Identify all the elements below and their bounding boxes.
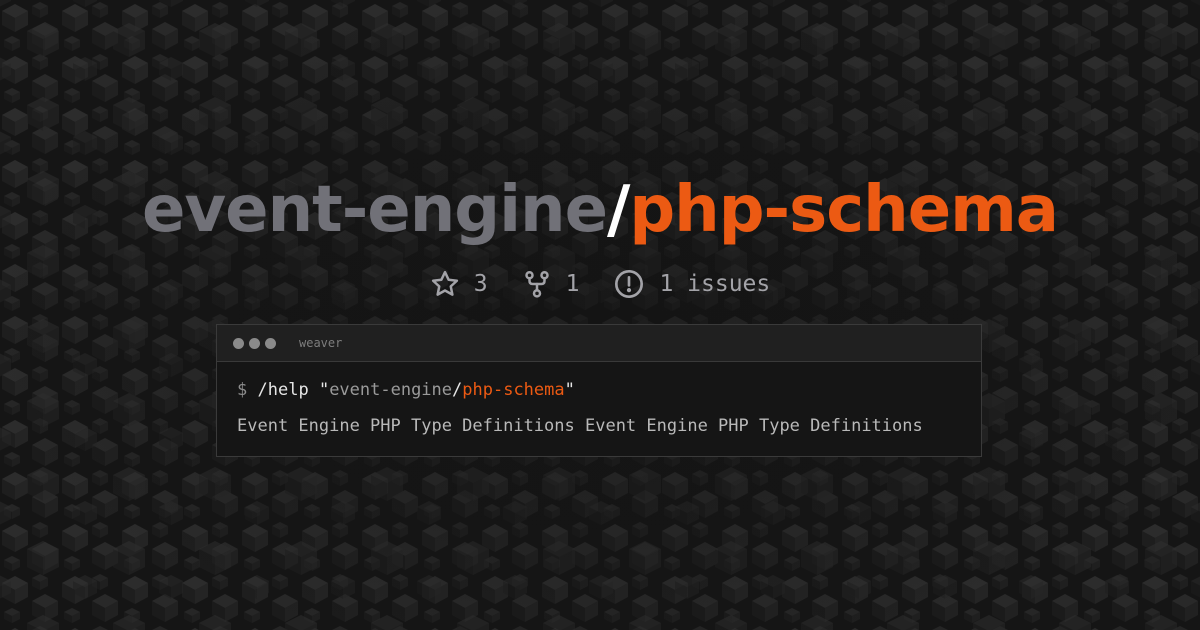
cube-pattern-background xyxy=(0,0,1200,630)
repo-title: event-engine/php-schema xyxy=(0,168,1200,252)
command-arg-owner: event-engine xyxy=(329,380,453,400)
issues-stat: 1 issues xyxy=(613,268,770,300)
issue-icon xyxy=(615,270,644,298)
command-line: $ /help "event-engine/php-schema" xyxy=(237,379,961,401)
stars-stat: 3 xyxy=(430,269,488,299)
repo-owner: event-engine xyxy=(142,173,608,247)
repo-separator: / xyxy=(606,173,630,247)
quote-open: " xyxy=(318,380,330,400)
star-icon xyxy=(431,270,458,296)
window-dot-icon xyxy=(233,337,244,349)
prompt-symbol: $ xyxy=(237,380,248,400)
window-dot-icon xyxy=(249,337,260,349)
command-name: /help xyxy=(257,380,309,400)
stars-count: 3 xyxy=(473,271,488,297)
fork-icon xyxy=(524,270,549,298)
repo-name: php-schema xyxy=(629,173,1059,247)
forks-count: 1 xyxy=(565,271,580,297)
terminal-window: weaver $ /help "event-engine/php-schema"… xyxy=(216,324,982,457)
window-dot-icon xyxy=(265,337,276,349)
terminal-title-bar: weaver xyxy=(217,325,981,362)
terminal-body: $ /help "event-engine/php-schema" Event … xyxy=(217,362,981,437)
repo-description: Event Engine PHP Type Definitions Event … xyxy=(237,416,923,436)
repo-stats: 3 1 1 issues xyxy=(0,262,1200,306)
command-arg-repo: php-schema xyxy=(462,380,565,400)
command-arg-separator: / xyxy=(452,380,463,400)
terminal-title: weaver xyxy=(299,336,343,350)
forks-stat: 1 xyxy=(522,269,580,299)
quote-close: " xyxy=(564,380,575,400)
issues-count: 1 issues xyxy=(659,271,771,297)
